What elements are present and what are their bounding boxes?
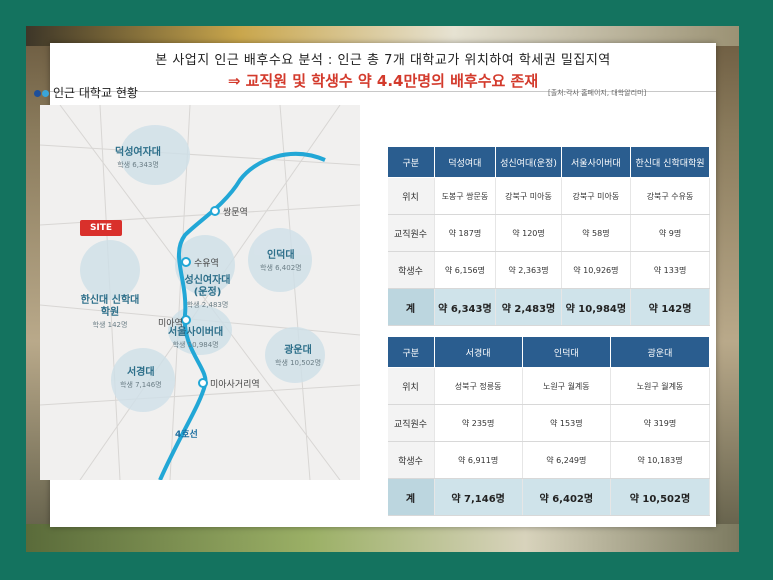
table-total-row: 계 약 7,146명 약 6,402명 약 10,502명 [387, 478, 711, 516]
table-cell: 약 120명 [495, 214, 562, 252]
university-table-2: 구분 서경대 인덕대 광운대 위치 성북구 정릉동 노원구 월계동 노원구 월계… [387, 336, 711, 516]
table-cell: 도봉구 쌍문동 [434, 177, 497, 215]
panel-header: 본 사업지 인근 배후수요 분석 : 인근 총 7개 대학교가 위치하여 학세권… [50, 49, 716, 91]
table-cell: 약 6,343명 [434, 288, 497, 326]
row-label: 학생수 [387, 251, 435, 289]
header-line1: 본 사업지 인근 배후수요 분석 : 인근 총 7개 대학교가 위치하여 학세권… [155, 53, 611, 68]
table-row: 교직원수 약 235명 약 153명 약 319명 [387, 404, 711, 442]
table-cell: 약 2,483명 [495, 288, 562, 326]
row-label: 학생수 [387, 441, 435, 479]
table-header-row: 구분 덕성여대 성신여대(운정) 서울사이버대 한신대 신학대학원 [387, 146, 710, 178]
campus-area [80, 240, 140, 300]
univ-label-induk: 인덕대 학생 6,402명 [260, 250, 302, 272]
table-cell: 약 7,146명 [434, 478, 523, 516]
table-header-cell: 구분 [387, 146, 435, 178]
table-header-cell: 인덕대 [521, 336, 611, 368]
table-cell: 약 2,363명 [495, 251, 562, 289]
table-total-row: 계 약 6,343명 약 2,483명 약 10,984명 약 142명 [387, 288, 710, 326]
station-marker [181, 257, 191, 267]
table-header-cell: 덕성여대 [433, 146, 497, 178]
row-label: 교직원수 [387, 214, 435, 252]
station-label-mia: 미아역 [158, 319, 183, 329]
line-label: 4호선 [175, 430, 198, 440]
table-cell: 약 6,156명 [434, 251, 497, 289]
table-cell: 약 10,183명 [610, 441, 711, 479]
table-row: 학생수 약 6,911명 약 6,249명 약 10,183명 [387, 441, 711, 479]
table-row: 위치 성북구 정릉동 노원구 월계동 노원구 월계동 [387, 367, 711, 405]
table-row: 교직원수 약 187명 약 120명 약 58명 약 9명 [387, 214, 710, 252]
table-cell: 약 235명 [434, 404, 523, 442]
table-cell: 약 142명 [630, 288, 710, 326]
section-title: 인근 대학교 현황 [34, 84, 138, 101]
table-row: 위치 도봉구 쌍문동 강북구 미아동 강북구 미아동 강북구 수유동 [387, 177, 710, 215]
table-cell: 노원구 월계동 [610, 367, 711, 405]
row-label: 위치 [387, 177, 435, 215]
area-map: 덕성여자대 학생 6,343명 성신여자대(운정) 학생 2,483명 한신대 신학… [40, 105, 360, 480]
table-header-cell: 서울사이버대 [560, 146, 632, 178]
univ-label-seokyeong: 서경대 학생 7,146명 [120, 367, 162, 389]
table-header-row: 구분 서경대 인덕대 광운대 [387, 336, 711, 368]
table-cell: 약 133명 [630, 251, 710, 289]
row-label: 위치 [387, 367, 435, 405]
table-cell: 약 319명 [610, 404, 711, 442]
photo-bottom-strip [26, 524, 739, 552]
table-cell: 약 9명 [630, 214, 710, 252]
table-cell: 약 187명 [434, 214, 497, 252]
row-label: 계 [387, 478, 435, 516]
station-marker [181, 315, 191, 325]
table-cell: 강북구 수유동 [630, 177, 710, 215]
univ-label-kwangwoon: 광운대 학생 10,502명 [275, 345, 322, 367]
row-label: 교직원수 [387, 404, 435, 442]
table-cell: 강북구 미아동 [561, 177, 632, 215]
bullet-dot-icon [34, 90, 41, 97]
table-row: 학생수 약 6,156명 약 2,363명 약 10,926명 약 133명 [387, 251, 710, 289]
table-cell: 약 58명 [561, 214, 632, 252]
univ-label-sungshin: 성신여자대(운정) 학생 2,483명 [184, 275, 231, 309]
table-cell: 성북구 정릉동 [434, 367, 523, 405]
table-cell: 노원구 월계동 [522, 367, 611, 405]
table-cell: 약 6,402명 [522, 478, 611, 516]
univ-label-cyber: 서울사이버대 학생 10,984명 [168, 327, 224, 349]
table-header-cell: 한신대 신학대학원 [630, 146, 710, 178]
univ-label-hanshin: 한신대 신학대학원 학생 142명 [80, 295, 140, 329]
row-label: 계 [387, 288, 435, 326]
station-marker [198, 378, 208, 388]
section-title-text: 인근 대학교 현황 [53, 86, 138, 100]
table-cell: 약 6,249명 [522, 441, 611, 479]
table-cell: 약 10,502명 [610, 478, 711, 516]
table-cell: 약 6,911명 [434, 441, 523, 479]
university-table-1: 구분 덕성여대 성신여대(운정) 서울사이버대 한신대 신학대학원 위치 도봉구… [387, 146, 710, 326]
table-cell: 약 10,984명 [561, 288, 632, 326]
table-cell: 약 10,926명 [561, 251, 632, 289]
table-header-cell: 성신여대(운정) [495, 146, 562, 178]
source-note: [출처:각사 홈페이지, 대학알리미] [548, 89, 647, 97]
station-label-miasageori: 미아사거리역 [210, 380, 260, 390]
station-marker [210, 206, 220, 216]
table-header-cell: 서경대 [433, 336, 523, 368]
station-label-ssangmun: 쌍문역 [223, 208, 248, 218]
bullet-dot-icon [42, 90, 49, 97]
univ-label-duksung: 덕성여자대 학생 6,343명 [115, 147, 161, 169]
table-cell: 강북구 미아동 [495, 177, 562, 215]
site-marker: SITE [80, 220, 122, 236]
table-header-cell: 구분 [387, 336, 435, 368]
table-header-cell: 광운대 [609, 336, 711, 368]
table-cell: 약 153명 [522, 404, 611, 442]
station-label-suyu: 수유역 [194, 259, 219, 269]
